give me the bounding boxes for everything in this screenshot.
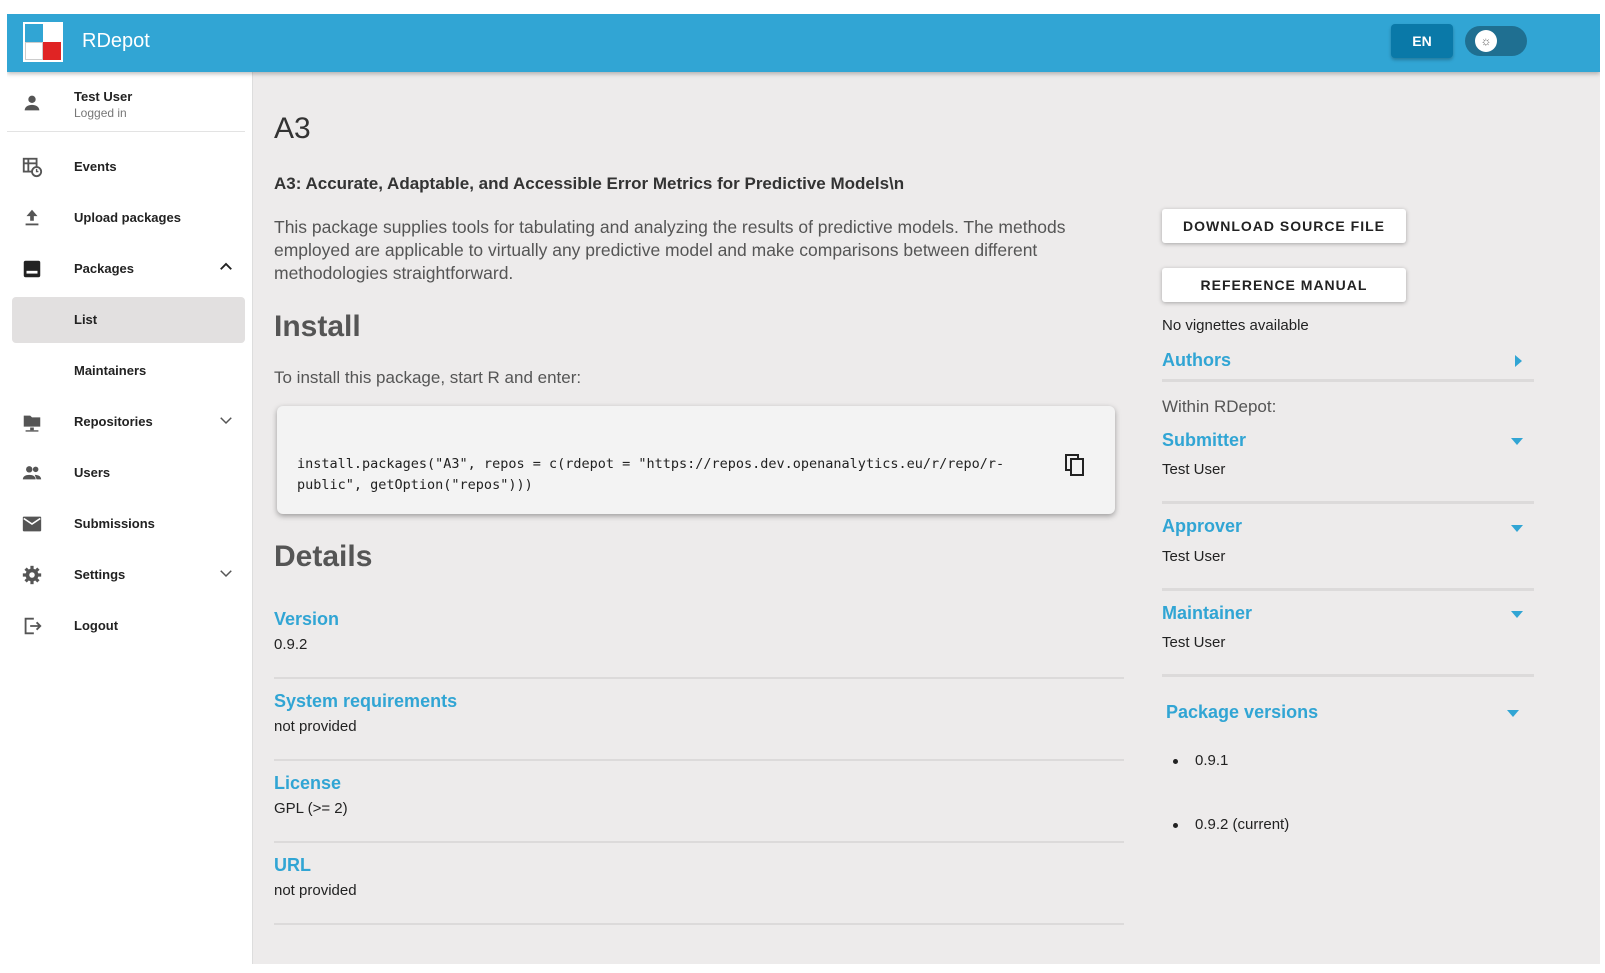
install-heading: Install (274, 310, 361, 343)
divider (274, 923, 1124, 925)
logo-tile (25, 42, 43, 60)
package-title: A3 (274, 112, 311, 145)
maintainer-label[interactable]: Maintainer (1162, 603, 1252, 624)
sidebar-item-maintainers[interactable]: Maintainers (7, 348, 253, 394)
download-source-button[interactable]: DOWNLOAD SOURCE FILE (1162, 209, 1406, 243)
license-value: GPL (>= 2) (274, 800, 348, 817)
users-icon (22, 466, 42, 480)
sidebar-item-label: Maintainers (74, 363, 147, 378)
user-status: Logged in (74, 106, 127, 120)
approver-label[interactable]: Approver (1162, 516, 1242, 537)
sidebar-item-settings[interactable]: Settings (7, 552, 253, 598)
sidebar-item-logout[interactable]: Logout (7, 603, 253, 649)
version-item[interactable]: 0.9.2 (current) (1195, 816, 1289, 833)
chevron-right-icon[interactable] (1515, 355, 1522, 367)
sidebar-item-label: Submissions (74, 516, 155, 531)
license-label: License (274, 773, 342, 793)
sidebar-item-upload-packages[interactable]: Upload packages (7, 195, 253, 241)
folder-icon (23, 415, 41, 432)
details-heading: Details (274, 540, 373, 573)
gear-icon (22, 565, 42, 585)
theme-toggle[interactable]: ☼ (1465, 26, 1527, 56)
submitter-value: Test User (1162, 461, 1226, 478)
sidebar-item-label: Logout (74, 618, 119, 633)
packages-icon (23, 260, 41, 278)
mail-icon (22, 516, 42, 532)
submitter-label[interactable]: Submitter (1162, 430, 1246, 451)
language-button[interactable]: EN (1391, 24, 1453, 58)
chevron-down-icon[interactable] (1511, 438, 1523, 445)
copy-icon[interactable] (1063, 453, 1087, 477)
vignettes-text: No vignettes available (1162, 317, 1309, 334)
sidebar-item-label: Upload packages (74, 210, 181, 225)
divider (1162, 501, 1534, 504)
url-label: URL (274, 855, 311, 875)
sidebar-item-label: List (74, 312, 98, 327)
version-value: 0.9.2 (274, 636, 308, 653)
sidebar-item-label: Users (74, 465, 111, 480)
sun-icon: ☼ (1475, 30, 1497, 52)
logout-icon (24, 617, 42, 635)
reference-manual-button[interactable]: REFERENCE MANUAL (1162, 268, 1406, 302)
sidebar-item-list[interactable]: List (12, 297, 245, 343)
chevron-down-icon[interactable] (217, 411, 235, 429)
chevron-down-icon[interactable] (1511, 611, 1523, 618)
sidebar: Test User Logged in Events Upload packag… (7, 72, 253, 964)
logo-tile (43, 24, 61, 42)
sidebar-item-submissions[interactable]: Submissions (7, 501, 253, 547)
install-code-block: install.packages("A3", repos = c(rdepot … (277, 406, 1115, 514)
main-content: A3 A3: Accurate, Adaptable, and Accessib… (274, 72, 1594, 964)
sidebar-item-label: Packages (74, 261, 134, 276)
events-icon (22, 157, 43, 178)
top-app-bar: RDepot EN ☼ (7, 14, 1600, 72)
system-requirements-label: System requirements (274, 691, 458, 711)
approver-value: Test User (1162, 548, 1226, 565)
upload-icon (25, 209, 39, 226)
chevron-down-icon[interactable] (217, 564, 235, 582)
app-title[interactable]: RDepot (82, 30, 150, 53)
chevron-down-icon[interactable] (1511, 525, 1523, 532)
maintainer-value: Test User (1162, 634, 1226, 651)
user-block: Test User Logged in (7, 72, 245, 132)
install-intro: To install this package, start R and ent… (274, 368, 582, 387)
divider (274, 841, 1124, 843)
sidebar-item-events[interactable]: Events (7, 144, 253, 190)
rdepot-logo[interactable] (23, 22, 63, 62)
chevron-down-icon[interactable] (1507, 710, 1519, 717)
sidebar-item-label: Events (74, 159, 117, 174)
bullet (1173, 823, 1178, 828)
user-name: Test User (74, 89, 133, 104)
divider (1162, 674, 1534, 677)
sidebar-item-label: Settings (74, 567, 126, 582)
install-code[interactable]: install.packages("A3", repos = c(rdepot … (297, 454, 1047, 496)
divider (274, 759, 1124, 761)
chevron-up-icon[interactable] (217, 258, 235, 276)
package-description: This package supplies tools for tabulati… (274, 217, 1066, 283)
sidebar-item-repositories[interactable]: Repositories (7, 399, 253, 445)
divider (1162, 588, 1534, 591)
authors-label[interactable]: Authors (1162, 350, 1231, 371)
divider (274, 677, 1124, 679)
logo-tile (43, 42, 61, 60)
bullet (1173, 759, 1178, 764)
url-value: not provided (274, 882, 357, 899)
version-label: Version (274, 609, 340, 629)
package-versions-label[interactable]: Package versions (1166, 702, 1318, 723)
sidebar-item-users[interactable]: Users (7, 450, 253, 496)
app-window: RDepot EN ☼ Test User Logged in Events U… (7, 14, 1600, 964)
divider (1162, 379, 1534, 382)
package-subtitle: A3: Accurate, Adaptable, and Accessible … (274, 174, 905, 193)
version-item[interactable]: 0.9.1 (1195, 752, 1228, 769)
sidebar-item-packages[interactable]: Packages (7, 246, 253, 292)
system-requirements-value: not provided (274, 718, 357, 735)
sidebar-item-label: Repositories (74, 414, 153, 429)
logo-tile (25, 24, 43, 42)
within-rdepot-text: Within RDepot: (1162, 397, 1277, 416)
person-icon (24, 95, 40, 111)
